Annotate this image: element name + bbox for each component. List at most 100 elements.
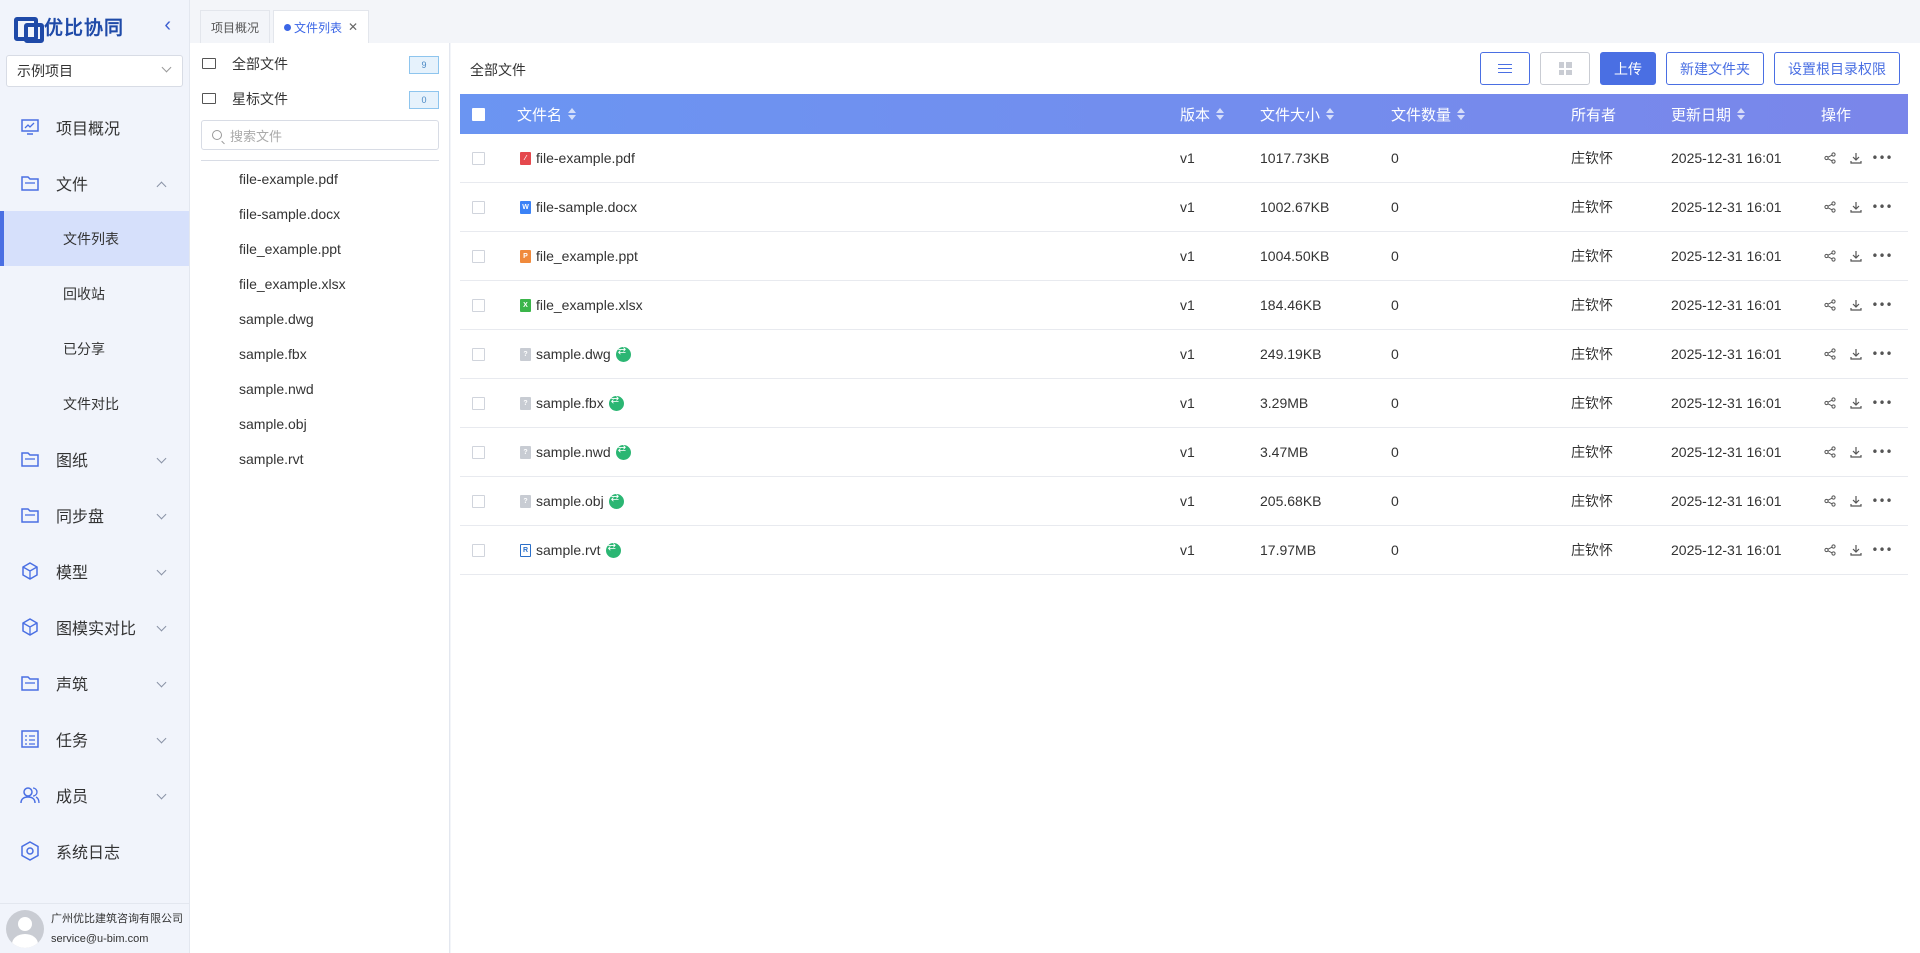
- new-folder-button[interactable]: 新建文件夹: [1666, 52, 1764, 85]
- file-name[interactable]: sample.fbx: [536, 395, 604, 411]
- share-icon[interactable]: [1823, 445, 1837, 459]
- tab-file-list[interactable]: 文件列表 ✕: [273, 10, 370, 43]
- file-name-cell[interactable]: Xfile_example.xlsx: [520, 281, 643, 329]
- share-icon[interactable]: [1823, 543, 1837, 557]
- upload-button[interactable]: 上传: [1600, 52, 1656, 85]
- download-icon[interactable]: [1849, 445, 1863, 459]
- share-icon[interactable]: [1823, 298, 1837, 312]
- sidebar-item-sync-disk[interactable]: 同步盘: [0, 487, 189, 543]
- column-header-count[interactable]: 文件数量: [1391, 104, 1466, 125]
- table-row[interactable]: ? sample.nwd v1 3.47MB 0 庄钦怀 2025-12-31 16:01 •…: [460, 428, 1908, 477]
- sidebar-item-overview[interactable]: 项目概况: [0, 99, 189, 155]
- download-icon[interactable]: [1849, 298, 1863, 312]
- row-checkbox[interactable]: [472, 526, 485, 574]
- file-name[interactable]: sample.dwg: [536, 346, 611, 362]
- tree-starred-files[interactable]: 星标文件 0: [190, 81, 449, 116]
- file-name[interactable]: file_example.ppt: [536, 248, 638, 264]
- row-checkbox[interactable]: [472, 183, 485, 231]
- row-checkbox[interactable]: [472, 330, 485, 378]
- download-icon[interactable]: [1849, 347, 1863, 361]
- column-header-name[interactable]: 文件名: [517, 104, 577, 125]
- file-name[interactable]: file_example.xlsx: [536, 297, 643, 313]
- tree-file-item[interactable]: file_example.xlsx: [190, 266, 449, 301]
- tree-all-files[interactable]: 全部文件 9: [190, 46, 449, 81]
- sidebar-subitem-shared[interactable]: 已分享: [0, 321, 189, 376]
- sidebar-subitem-file-compare[interactable]: 文件对比: [0, 376, 189, 431]
- row-checkbox[interactable]: [472, 379, 485, 427]
- more-icon[interactable]: •••: [1871, 543, 1892, 557]
- tree-file-item[interactable]: file-sample.docx: [190, 196, 449, 231]
- row-checkbox[interactable]: [472, 232, 485, 280]
- table-row[interactable]: Xfile_example.xlsx v1 184.46KB 0 庄钦怀 2025-12-…: [460, 281, 1908, 330]
- sidebar-subitem-file-list[interactable]: 文件列表: [0, 211, 189, 266]
- collapse-sidebar-icon[interactable]: ‹: [164, 14, 171, 36]
- table-row[interactable]: Pfile_example.ppt v1 1004.50KB 0 庄钦怀 2025-12-…: [460, 232, 1908, 281]
- avatar[interactable]: [6, 909, 44, 948]
- sidebar-subitem-recycle-bin[interactable]: 回收站: [0, 266, 189, 321]
- sidebar-item-model[interactable]: 模型: [0, 543, 189, 599]
- column-header-date[interactable]: 更新日期: [1671, 104, 1746, 125]
- download-icon[interactable]: [1849, 249, 1863, 263]
- table-row[interactable]: ? sample.fbx v1 3.29MB 0 庄钦怀 2025-12-31 16:01 •…: [460, 379, 1908, 428]
- sidebar-item-tasks[interactable]: 任务: [0, 711, 189, 767]
- table-row[interactable]: Wfile-sample.docx v1 1002.67KB 0 庄钦怀 2025-12-…: [460, 183, 1908, 232]
- download-icon[interactable]: [1849, 494, 1863, 508]
- table-row[interactable]: Rsample.rvt v1 17.97MB 0 庄钦怀 2025-12-31 16:01…: [460, 526, 1908, 575]
- row-checkbox[interactable]: [472, 134, 485, 182]
- table-row[interactable]: ? sample.obj v1 205.68KB 0 庄钦怀 2025-12-31 16:0…: [460, 477, 1908, 526]
- file-name-cell[interactable]: ? sample.obj: [520, 477, 624, 525]
- column-header-size[interactable]: 文件大小: [1260, 104, 1335, 125]
- more-icon[interactable]: •••: [1871, 249, 1892, 263]
- share-icon[interactable]: [1823, 347, 1837, 361]
- download-icon[interactable]: [1849, 200, 1863, 214]
- more-icon[interactable]: •••: [1871, 200, 1892, 214]
- download-icon[interactable]: [1849, 543, 1863, 557]
- file-name[interactable]: file-example.pdf: [536, 150, 635, 166]
- user-profile[interactable]: 广州优比建筑咨询有限公司 service@u-bim.com: [0, 903, 190, 953]
- file-name[interactable]: sample.obj: [536, 493, 604, 509]
- file-name-cell[interactable]: Pfile_example.ppt: [520, 232, 638, 280]
- more-icon[interactable]: •••: [1871, 298, 1892, 312]
- download-icon[interactable]: [1849, 396, 1863, 410]
- file-name-cell[interactable]: ? sample.dwg: [520, 330, 631, 378]
- column-header-version[interactable]: 版本: [1180, 104, 1225, 125]
- grid-view-button[interactable]: [1540, 52, 1590, 85]
- share-icon[interactable]: [1823, 200, 1837, 214]
- file-name-cell[interactable]: Wfile-sample.docx: [520, 183, 637, 231]
- search-input[interactable]: 搜索文件: [201, 120, 439, 150]
- root-permission-button[interactable]: 设置根目录权限: [1774, 52, 1900, 85]
- tree-file-item[interactable]: sample.obj: [190, 406, 449, 441]
- list-view-button[interactable]: [1480, 52, 1530, 85]
- file-name[interactable]: sample.nwd: [536, 444, 611, 460]
- tab-project-overview[interactable]: 项目概况: [200, 10, 271, 43]
- file-name[interactable]: sample.rvt: [536, 542, 601, 558]
- file-name-cell[interactable]: Rsample.rvt: [520, 526, 621, 574]
- tree-file-item[interactable]: file-example.pdf: [190, 161, 449, 196]
- sidebar-item-system-log[interactable]: 系统日志: [0, 823, 189, 879]
- tree-file-item[interactable]: sample.rvt: [190, 441, 449, 476]
- tree-file-item[interactable]: file_example.ppt: [190, 231, 449, 266]
- more-icon[interactable]: •••: [1871, 347, 1892, 361]
- sidebar-item-files[interactable]: 文件: [0, 155, 189, 211]
- sidebar-item-model-compare[interactable]: 图模实对比: [0, 599, 189, 655]
- row-checkbox[interactable]: [472, 428, 485, 476]
- more-icon[interactable]: •••: [1871, 396, 1892, 410]
- file-name-cell[interactable]: ? sample.fbx: [520, 379, 624, 427]
- table-row[interactable]: ⁄ file-example.pdf v1 1017.73KB 0 庄钦怀 2025-12-…: [460, 134, 1908, 183]
- close-icon[interactable]: ✕: [348, 20, 358, 34]
- sidebar-item-drawings[interactable]: 图纸: [0, 431, 189, 487]
- select-all-checkbox[interactable]: [472, 107, 485, 121]
- share-icon[interactable]: [1823, 396, 1837, 410]
- tree-file-item[interactable]: sample.dwg: [190, 301, 449, 336]
- row-checkbox[interactable]: [472, 281, 485, 329]
- project-select[interactable]: 示例项目: [6, 55, 183, 87]
- file-name[interactable]: file-sample.docx: [536, 199, 637, 215]
- share-icon[interactable]: [1823, 249, 1837, 263]
- sidebar-item-members[interactable]: 成员: [0, 767, 189, 823]
- more-icon[interactable]: •••: [1871, 494, 1892, 508]
- table-row[interactable]: ? sample.dwg v1 249.19KB 0 庄钦怀 2025-12-31 16:0…: [460, 330, 1908, 379]
- share-icon[interactable]: [1823, 151, 1837, 165]
- row-checkbox[interactable]: [472, 477, 485, 525]
- more-icon[interactable]: •••: [1871, 445, 1892, 459]
- tree-file-item[interactable]: sample.nwd: [190, 371, 449, 406]
